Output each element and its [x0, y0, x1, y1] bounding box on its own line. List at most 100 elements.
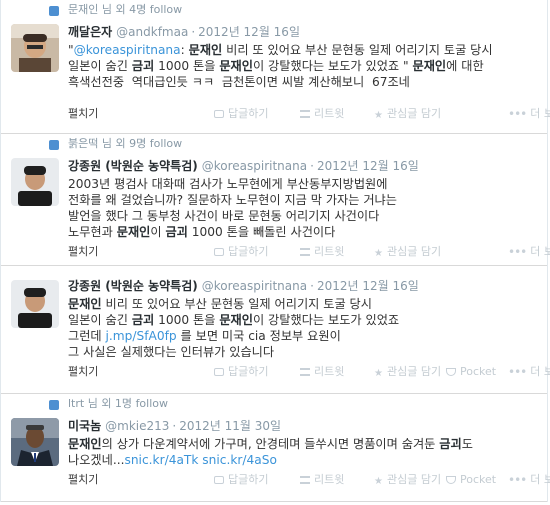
author-handle[interactable]: @koreaspiritnana: [202, 279, 307, 293]
expand-link[interactable]: 펼치기: [68, 364, 98, 380]
expand-link[interactable]: 펼치기: [68, 244, 98, 260]
author-name[interactable]: 강종원 (박원순 농약특검): [68, 279, 198, 293]
more-label: 더 보기: [530, 245, 550, 258]
retweet-icon: [49, 140, 59, 150]
favorite-button[interactable]: ★ 관심글 담기: [374, 106, 441, 124]
avatar[interactable]: [11, 24, 59, 72]
retweet-label: 리트윗: [314, 365, 345, 378]
tweet-text: 문재인의 상가 다운계약서에 가구며, 안경테며 들쑤시면 명품이며 숨겨둔 금…: [68, 436, 539, 468]
text-segment: 문재인: [219, 313, 253, 327]
reply-icon: [214, 110, 224, 118]
retweet-button[interactable]: 리트윗: [300, 244, 344, 260]
more-button[interactable]: •••더 보기: [508, 364, 550, 380]
reply-button[interactable]: 답글하기: [214, 364, 268, 380]
timestamp[interactable]: 2012년 12월 16일: [198, 25, 300, 39]
favorite-label: 관심글 담기: [386, 107, 442, 120]
tweet-actions: 펼치기 답글하기 리트윗 ★관심글 담기 •••더 보기: [68, 106, 550, 124]
tweet-header: 깨달은자 @andkfmaa · 2012년 12월 16일: [68, 24, 300, 40]
favorite-button[interactable]: ★ 관심글 담기: [374, 472, 441, 490]
tweet-link[interactable]: snic.kr/4aSo: [202, 453, 277, 467]
tweet-timeline: 문재인 님 외 4명 follow 깨달은자 @andkfmaa · 2012년 12…: [0, 0, 550, 502]
author-handle[interactable]: @andkfmaa: [116, 25, 188, 39]
star-icon: ★: [374, 248, 383, 259]
mention-link[interactable]: @koreaspiritnana: [74, 43, 181, 57]
retweet-context: 문재인 님 외 4명 follow: [1, 0, 547, 20]
pocket-button[interactable]: Pocket: [446, 364, 496, 380]
tweet-text-line: 발언을 했다 그 동부청 사건이 바로 문현동 어리기지 사건이다: [68, 208, 539, 224]
text-segment: 도: [461, 437, 473, 451]
reply-icon: [214, 368, 224, 376]
tweet-item[interactable]: ltrt 님 외 1명 follow 미국놈 @mkie213 · 2012년 11월…: [1, 394, 550, 502]
text-segment: 일본이 숨긴: [68, 313, 132, 327]
tweet-link[interactable]: j.mp/SfA0fp: [106, 329, 177, 343]
tweet-link[interactable]: snic.kr/4aTk: [124, 453, 198, 467]
tweet-header: 강종원 (박원순 농약특검) @koreaspiritnana · 2012년 12월…: [68, 158, 419, 174]
tweet-item[interactable]: 강종원 (박원순 농약특검) @koreaspiritnana · 2012년 12월…: [1, 266, 550, 394]
text-segment: 그 사실은 실제했다는 인터뷰가 있습니다: [68, 345, 275, 359]
tweet-text: 2003년 평검사 대화때 검사가 노무현에게 부산동부지방법원에 전화를 왜 걸…: [68, 176, 539, 240]
reply-button[interactable]: 답글하기: [214, 244, 268, 260]
retweet-icon: [300, 476, 310, 484]
more-icon: •••: [508, 107, 527, 121]
avatar[interactable]: [11, 280, 59, 328]
text-segment: 에 대한: [446, 59, 484, 73]
text-segment: 이: [150, 225, 166, 239]
favorite-button[interactable]: ★ 관심글 담기: [374, 244, 441, 262]
retweet-icon: [49, 6, 59, 16]
pocket-button[interactable]: Pocket: [446, 472, 496, 488]
tweet-text-line: "@koreaspiritnana: 문재인 비리 또 있어요 부산 문현동 일…: [68, 42, 539, 58]
tweet-text-line: 2003년 평검사 대화때 검사가 노무현에게 부산동부지방법원에: [68, 176, 539, 192]
retweet-button[interactable]: 리트윗: [300, 106, 344, 122]
author-handle[interactable]: @mkie213: [105, 419, 169, 433]
reply-label: 답글하기: [228, 365, 269, 378]
timestamp[interactable]: 2012년 12월 16일: [317, 279, 419, 293]
tweet-header: 강종원 (박원순 농약특검) @koreaspiritnana · 2012년 12월…: [68, 278, 419, 294]
favorite-button[interactable]: ★ 관심글 담기: [374, 364, 441, 382]
follow-link[interactable]: follow: [150, 137, 182, 150]
text-segment: 전화를 왜 걸었습니까? 질문하자 노무현이 지금 막 가자는 거냐는: [68, 193, 397, 207]
expand-link[interactable]: 펼치기: [68, 106, 98, 122]
reply-label: 답글하기: [228, 245, 269, 258]
text-segment: 이 강탈했다는 보도가 있었죠: [252, 313, 400, 327]
more-button[interactable]: •••더 보기: [508, 472, 550, 488]
reply-label: 답글하기: [228, 107, 269, 120]
text-segment: 1000 톤을 빼돌린 사건이다: [187, 225, 336, 239]
timestamp[interactable]: 2012년 11월 30일: [179, 419, 281, 433]
tweet-item[interactable]: 붉은떡 님 외 9명 follow 강종원 (박원순 농약특검) @koreasp…: [1, 134, 550, 266]
favorite-label: 관심글 담기: [386, 473, 442, 486]
retweet-icon: [49, 400, 59, 410]
follow-link[interactable]: follow: [150, 3, 182, 16]
author-name[interactable]: 강종원 (박원순 농약특검): [68, 159, 198, 173]
text-segment: 문재인: [219, 59, 253, 73]
context-text: 문재인 님 외 4명: [68, 3, 147, 16]
author-name[interactable]: 깨달은자: [68, 25, 112, 39]
tweet-text-line: 흑색선전중 역대급인듯 ㅋㅋ 금천톤이면 씨발 계산해보니 67조네: [68, 74, 539, 90]
retweet-label: 리트윗: [314, 245, 345, 258]
text-segment: 1000 톤을: [154, 313, 220, 327]
avatar[interactable]: [11, 158, 59, 206]
tweet-text: 문재인 비리 또 있어요 부산 문현동 일제 어리기지 토굴 당시 일본이 숨긴 …: [68, 296, 539, 360]
reply-button[interactable]: 답글하기: [214, 106, 268, 122]
separator: ·: [172, 419, 177, 433]
follow-link[interactable]: follow: [136, 397, 168, 410]
more-icon: •••: [508, 245, 527, 259]
expand-link[interactable]: 펼치기: [68, 472, 98, 488]
timestamp[interactable]: 2012년 12월 16일: [317, 159, 419, 173]
text-segment: 비리 또 있어요 부산 문현동 일제 어리기지 토굴 당시: [222, 43, 493, 57]
text-segment: 노무현과: [68, 225, 117, 239]
tweet-text-line: 노무현과 문재인이 금괴 1000 톤을 빼돌린 사건이다: [68, 224, 539, 240]
reply-icon: [214, 476, 224, 484]
retweet-icon: [300, 368, 310, 376]
more-button[interactable]: •••더 보기: [508, 244, 550, 260]
author-name[interactable]: 미국놈: [68, 419, 101, 433]
pocket-icon: [446, 368, 456, 376]
avatar[interactable]: [11, 418, 59, 466]
author-handle[interactable]: @koreaspiritnana: [202, 159, 307, 173]
more-button[interactable]: •••더 보기: [508, 106, 550, 122]
retweet-label: 리트윗: [314, 473, 345, 486]
tweet-item[interactable]: 문재인 님 외 4명 follow 깨달은자 @andkfmaa · 2012년 12…: [1, 0, 550, 134]
more-label: 더 보기: [530, 107, 550, 120]
retweet-button[interactable]: 리트윗: [300, 472, 344, 488]
reply-button[interactable]: 답글하기: [214, 472, 268, 488]
retweet-button[interactable]: 리트윗: [300, 364, 344, 380]
